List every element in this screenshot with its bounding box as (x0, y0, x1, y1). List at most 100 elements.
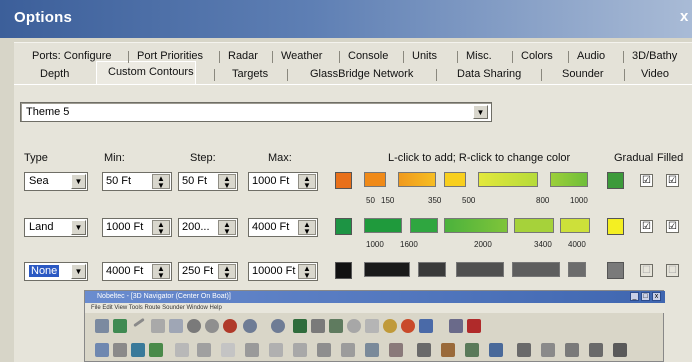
toolbar-icon[interactable] (417, 343, 431, 357)
chevron-down-icon[interactable]: ▼ (71, 174, 86, 189)
type-select[interactable]: None ▼ (24, 262, 88, 281)
tab-console[interactable]: Console (348, 50, 388, 62)
toolbar-icon[interactable] (341, 343, 355, 357)
type-select[interactable]: Sea ▼ (24, 172, 88, 191)
spin-arrows-icon[interactable]: ▲ ▼ (152, 264, 170, 280)
toolbar-icon[interactable] (149, 343, 163, 357)
start-color-swatch[interactable] (335, 218, 352, 235)
pen-icon[interactable] (293, 319, 307, 333)
circle-icon[interactable] (347, 319, 361, 333)
spin-arrows-icon[interactable]: ▲ ▼ (298, 174, 316, 190)
spin-arrows-icon[interactable]: ▲ ▼ (218, 174, 236, 190)
tab-radar[interactable]: Radar (228, 50, 258, 62)
max-stepper[interactable]: 10000 Ft ▲ ▼ (248, 262, 318, 281)
toolbar-icon[interactable] (465, 343, 479, 357)
filled-checkbox[interactable]: ☑ (666, 220, 679, 233)
toolbar-icon[interactable] (245, 343, 259, 357)
tab-colors[interactable]: Colors (521, 50, 553, 62)
toolbar-icon[interactable] (389, 343, 403, 357)
toolbar-icon[interactable] (317, 343, 331, 357)
close-icon[interactable]: x (652, 292, 661, 301)
chevron-down-icon[interactable]: ▼ (71, 264, 86, 279)
spin-arrows-icon[interactable]: ▲ ▼ (218, 264, 236, 280)
toolbar-icon[interactable] (197, 343, 211, 357)
tab-targets[interactable]: Targets (232, 68, 268, 80)
palette-icon[interactable] (383, 319, 397, 333)
tab-custom-contours[interactable]: Custom Contours (108, 66, 194, 78)
tab-ports-configure[interactable]: Ports: Configure (32, 50, 111, 62)
stop-icon[interactable] (223, 319, 237, 333)
start-color-swatch[interactable] (335, 172, 352, 189)
toolbar-icon[interactable] (517, 343, 531, 357)
end-color-swatch[interactable] (607, 218, 624, 235)
toolbar-icon[interactable] (541, 343, 555, 357)
gradual-checkbox[interactable]: ☐ (640, 264, 653, 277)
end-color-swatch[interactable] (607, 262, 624, 279)
toolbar-icon[interactable] (565, 343, 579, 357)
end-color-swatch[interactable] (607, 172, 624, 189)
toolbar-icon[interactable] (269, 343, 283, 357)
print-icon[interactable] (95, 319, 109, 333)
toolbar-icon[interactable] (589, 343, 603, 357)
tab-data-sharing[interactable]: Data Sharing (457, 68, 521, 80)
filled-checkbox[interactable]: ☑ (666, 174, 679, 187)
toolbar-icon[interactable] (613, 343, 627, 357)
tab-units[interactable]: Units (412, 50, 437, 62)
step-stepper[interactable]: 250 Ft ▲ ▼ (178, 262, 238, 281)
globe-icon[interactable] (401, 319, 415, 333)
toolbar-icon[interactable] (131, 343, 145, 357)
gradual-checkbox[interactable]: ☑ (640, 220, 653, 233)
toolbar-icon[interactable] (221, 343, 235, 357)
toolbar-icon[interactable] (95, 343, 109, 357)
zoom-in-icon[interactable] (271, 319, 285, 333)
pencil-icon[interactable] (329, 319, 343, 333)
minimize-icon[interactable]: _ (630, 292, 639, 301)
zoom-out-icon[interactable] (243, 319, 257, 333)
cursor-icon[interactable] (151, 319, 165, 333)
close-icon[interactable]: x (680, 8, 688, 25)
spin-arrows-icon[interactable]: ▲ ▼ (298, 264, 316, 280)
tab-3d-bathy[interactable]: 3D/Bathy (632, 50, 677, 62)
chevron-down-icon[interactable]: ▼ (71, 220, 86, 235)
tab-audio[interactable]: Audio (577, 50, 605, 62)
tab-video[interactable]: Video (641, 68, 669, 80)
maximize-icon[interactable]: □ (641, 292, 650, 301)
tools-icon[interactable] (467, 319, 481, 333)
tab-weather[interactable]: Weather (281, 50, 322, 62)
drop-icon[interactable] (187, 319, 201, 333)
max-stepper[interactable]: 4000 Ft ▲ ▼ (248, 218, 318, 237)
chevron-down-icon[interactable]: ▼ (473, 105, 488, 119)
toolbar-icon[interactable] (365, 343, 379, 357)
toolbar-icon[interactable] (113, 343, 127, 357)
book-icon[interactable] (449, 319, 463, 333)
tab-port-priorities[interactable]: Port Priorities (137, 50, 203, 62)
type-select[interactable]: Land ▼ (24, 218, 88, 237)
grid-icon[interactable] (169, 319, 183, 333)
step-stepper[interactable]: 50 Ft ▲ ▼ (178, 172, 238, 191)
toolbar-icon[interactable] (293, 343, 307, 357)
tab-misc[interactable]: Misc. (466, 50, 492, 62)
toolbar-icon[interactable] (489, 343, 503, 357)
drop-icon[interactable] (205, 319, 219, 333)
tab-sounder[interactable]: Sounder (562, 68, 604, 80)
min-stepper[interactable]: 1000 Ft ▲ ▼ (102, 218, 172, 237)
step-stepper[interactable]: 200... ▲ ▼ (178, 218, 238, 237)
toolbar-icon[interactable] (175, 343, 189, 357)
min-stepper[interactable]: 4000 Ft ▲ ▼ (102, 262, 172, 281)
min-stepper[interactable]: 50 Ft ▲ ▼ (102, 172, 172, 191)
tab-glassbridge-network[interactable]: GlassBridge Network (310, 68, 413, 80)
cross-tool-icon[interactable] (311, 319, 325, 333)
spin-arrows-icon[interactable]: ▲ ▼ (152, 220, 170, 236)
line-tool-icon[interactable] (133, 317, 145, 328)
max-stepper[interactable]: 1000 Ft ▲ ▼ (248, 172, 318, 191)
start-color-swatch[interactable] (335, 262, 352, 279)
spin-arrows-icon[interactable]: ▲ ▼ (218, 220, 236, 236)
heart-icon[interactable] (113, 319, 127, 333)
toolbar-icon[interactable] (441, 343, 455, 357)
table-icon[interactable] (419, 319, 433, 333)
window-icon[interactable] (365, 319, 379, 333)
spin-arrows-icon[interactable]: ▲ ▼ (152, 174, 170, 190)
gradual-checkbox[interactable]: ☑ (640, 174, 653, 187)
spin-arrows-icon[interactable]: ▲ ▼ (298, 220, 316, 236)
tab-depth[interactable]: Depth (40, 68, 69, 80)
